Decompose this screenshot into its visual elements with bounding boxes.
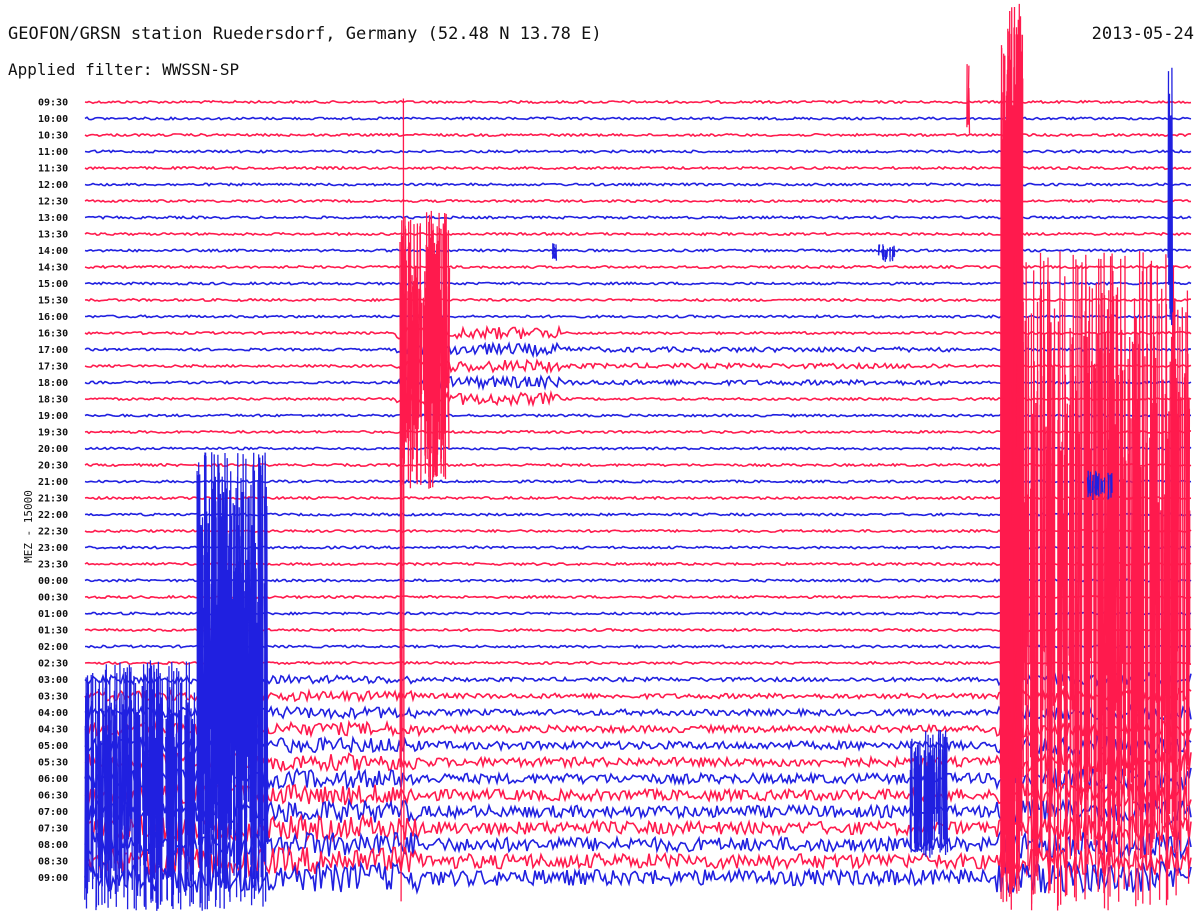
row-time-label: 17:00 [38, 345, 68, 356]
row-time-label: 09:00 [38, 873, 68, 884]
row-time-label: 01:30 [38, 626, 68, 637]
row-time-label: 14:00 [38, 246, 68, 257]
row-time-label: 10:30 [38, 131, 68, 142]
blip [966, 64, 971, 134]
row-time-label: 20:00 [38, 444, 68, 455]
noise-burst-blue-mid [909, 729, 949, 858]
row-time-label: 21:00 [38, 477, 68, 488]
trace-line [84, 215, 1192, 220]
trace-line [84, 314, 1192, 319]
row-time-label: 05:00 [38, 741, 68, 752]
trace-line [84, 99, 1192, 105]
trace-line [84, 297, 1191, 303]
row-time-label: 08:00 [38, 840, 68, 851]
blip [877, 244, 896, 262]
row-time-label: 18:30 [38, 395, 68, 406]
trace-line [84, 248, 1192, 253]
row-time-label: 11:00 [38, 147, 68, 158]
row-time-label: 17:30 [38, 362, 68, 373]
row-time-label: 15:00 [38, 279, 68, 290]
trace-line [84, 231, 1192, 237]
row-time-label: 13:00 [38, 213, 68, 224]
row-time-label: 19:00 [38, 411, 68, 422]
noise-burst-blue [196, 452, 269, 911]
row-time-label: 06:30 [38, 791, 68, 802]
row-time-label: 10:00 [38, 114, 68, 125]
row-time-label: 02:30 [38, 659, 68, 670]
row-time-label: 03:30 [38, 692, 68, 703]
row-time-label: 04:30 [38, 725, 68, 736]
row-time-label: 16:30 [38, 329, 68, 340]
trace-line [84, 198, 1192, 204]
row-time-label: 07:00 [38, 807, 68, 818]
row-time-label: 12:30 [38, 197, 68, 208]
blip [551, 243, 558, 261]
row-time-label: 01:00 [38, 609, 68, 620]
row-time-label: 22:00 [38, 510, 68, 521]
row-time-label: 11:30 [38, 164, 68, 175]
row-time-label: 13:30 [38, 230, 68, 241]
row-time-label: 05:30 [38, 758, 68, 769]
trace-line [84, 264, 1192, 270]
row-time-label: 08:30 [38, 857, 68, 868]
row-time-label: 21:30 [38, 494, 68, 505]
row-time-label: 14:30 [38, 263, 68, 274]
row-time-label: 18:00 [38, 378, 68, 389]
row-time-label: 23:00 [38, 543, 68, 554]
row-time-label: 00:00 [38, 576, 68, 587]
row-time-label: 16:00 [38, 312, 68, 323]
row-time-label: 00:30 [38, 593, 68, 604]
row-time-label: 06:00 [38, 774, 68, 785]
quake-coda-early [399, 210, 451, 489]
row-time-label: 15:30 [38, 296, 68, 307]
row-time-label: 23:30 [38, 560, 68, 571]
seismogram-plot: 09:30 10:00 10:30 11:00 11:30 12:00 12:30 13:00… [38, 3, 1192, 911]
trace-line [84, 149, 1192, 154]
row-time-label: 12:00 [38, 180, 68, 191]
trace-line [84, 165, 1192, 171]
row-time-label: 04:00 [38, 708, 68, 719]
row-time-label: 19:30 [38, 428, 68, 439]
trace-line [84, 116, 1192, 121]
row-time-label: 02:00 [38, 642, 68, 653]
noise-burst-blue-left [84, 660, 196, 911]
trace-line [84, 132, 1192, 138]
trace-line [84, 182, 1192, 187]
row-time-label: 07:30 [38, 824, 68, 835]
row-time-label: 03:00 [38, 675, 68, 686]
spike-right-blue [1167, 67, 1174, 326]
trace-line [84, 281, 1192, 286]
row-time-label: 20:30 [38, 461, 68, 472]
row-time-label: 09:30 [38, 98, 68, 109]
row-time-label: 22:30 [38, 527, 68, 538]
